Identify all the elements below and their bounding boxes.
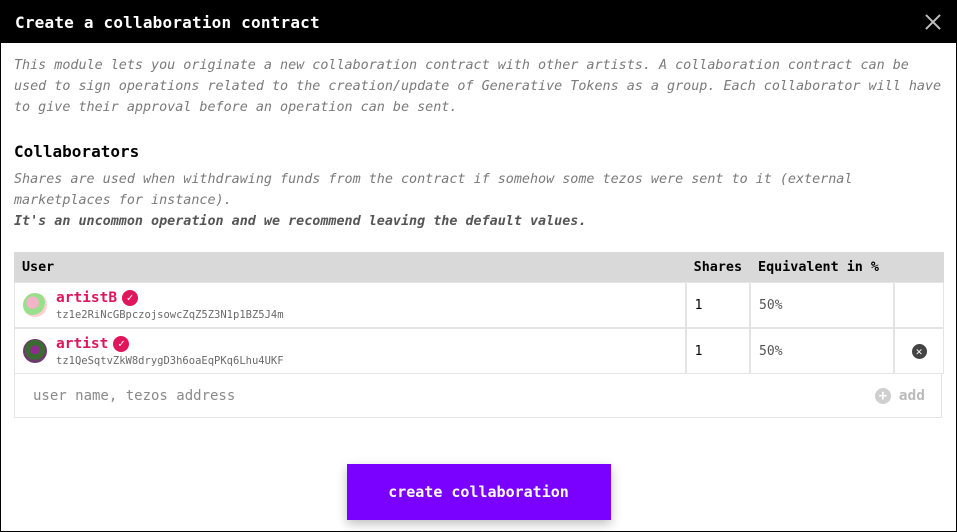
collaborators-heading: Collaborators bbox=[14, 142, 140, 161]
actions-bar: create collaboration bbox=[1, 464, 956, 520]
modal-header: Create a collaboration contract bbox=[1, 1, 956, 43]
add-label: add bbox=[898, 387, 925, 404]
username-link[interactable]: artist bbox=[56, 336, 108, 352]
col-header-percent: Equivalent in % bbox=[750, 252, 894, 282]
shares-description: Shares are used when withdrawing funds f… bbox=[14, 172, 853, 208]
create-collaboration-button[interactable]: create collaboration bbox=[346, 464, 611, 520]
intro-text: This module lets you originate a new col… bbox=[14, 58, 942, 115]
col-header-shares: Shares bbox=[685, 252, 751, 282]
collaborators-table: User Shares Equivalent in % artistB ✓ tz… bbox=[14, 252, 944, 374]
close-icon[interactable] bbox=[924, 13, 942, 31]
shares-input[interactable]: 1 bbox=[685, 328, 751, 374]
tezos-address: tz1QeSqtvZkW8drygD3h6oaEqPKq6Lhu4UKF bbox=[56, 354, 284, 367]
avatar[interactable] bbox=[23, 293, 47, 317]
actions-cell: ✕ bbox=[894, 328, 944, 374]
user-cell: artistB ✓ tz1e2RiNcGBpczojsowcZqZ5Z3N1p1… bbox=[14, 282, 686, 328]
collaboration-modal: Create a collaboration contract This mod… bbox=[0, 0, 957, 532]
shares-input[interactable]: 1 bbox=[685, 282, 751, 328]
avatar[interactable] bbox=[23, 339, 47, 363]
default-values-note: It's an uncommon operation and we recomm… bbox=[14, 214, 587, 229]
percent-value: 50% bbox=[750, 328, 894, 374]
add-button[interactable]: + add bbox=[874, 387, 925, 404]
table-row: artistB ✓ tz1e2RiNcGBpczojsowcZqZ5Z3N1p1… bbox=[14, 282, 944, 328]
table-header-row: User Shares Equivalent in % bbox=[14, 252, 944, 282]
add-collaborator-row: + add bbox=[14, 374, 942, 418]
modal-body: This module lets you originate a new col… bbox=[1, 43, 956, 418]
collaborator-search-input[interactable] bbox=[31, 386, 735, 405]
modal-title: Create a collaboration contract bbox=[15, 12, 320, 32]
actions-cell bbox=[894, 282, 944, 328]
username-link[interactable]: artistB bbox=[56, 290, 117, 306]
col-header-actions bbox=[894, 252, 944, 282]
col-header-user: User bbox=[14, 252, 686, 282]
table-row: artist ✓ tz1QeSqtvZkW8drygD3h6oaEqPKq6Lh… bbox=[14, 328, 944, 374]
verified-icon: ✓ bbox=[122, 289, 139, 306]
remove-icon[interactable]: ✕ bbox=[911, 343, 927, 359]
verified-icon: ✓ bbox=[113, 335, 130, 352]
tezos-address: tz1e2RiNcGBpczojsowcZqZ5Z3N1p1BZ5J4m bbox=[56, 308, 284, 321]
percent-value: 50% bbox=[750, 282, 894, 328]
user-cell: artist ✓ tz1QeSqtvZkW8drygD3h6oaEqPKq6Lh… bbox=[14, 328, 686, 374]
plus-circle-icon: + bbox=[874, 387, 891, 404]
